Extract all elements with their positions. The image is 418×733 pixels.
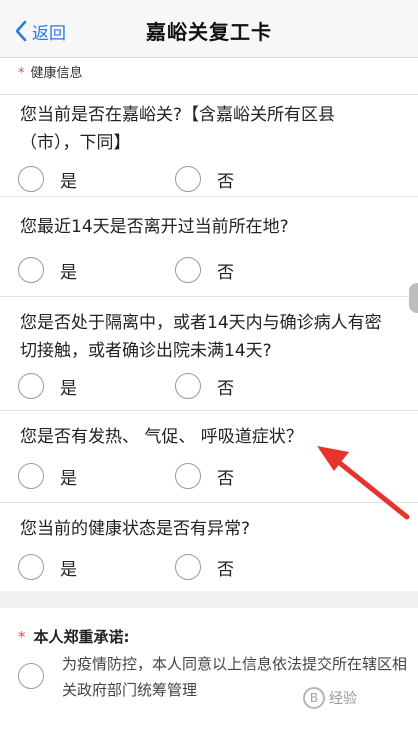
required-mark: *	[18, 628, 26, 646]
promise-radio[interactable]	[18, 663, 44, 689]
promise-section: * 本人郑重承诺: 为疫情防控，本人同意以上信息依法提交所在辖区相关政府部门统筹管…	[0, 608, 418, 733]
watermark-logo: B 经验	[303, 687, 357, 709]
radio-button[interactable]	[175, 373, 201, 399]
radio-button[interactable]	[18, 257, 44, 283]
radio-button[interactable]	[18, 463, 44, 489]
radio-button[interactable]	[18, 554, 44, 580]
option-yes[interactable]: 是	[18, 373, 77, 399]
health-section: * 健康信息 您当前是否在嘉峪关?【含嘉峪关所有区县（市），下同】 是 否 您最近…	[0, 58, 418, 591]
option-yes[interactable]: 是	[18, 166, 77, 192]
section-label: * 健康信息	[18, 62, 83, 81]
watermark-text: 经验	[329, 691, 357, 707]
option-label: 是	[60, 171, 77, 192]
question-text: 您当前的健康状态是否有异常?	[20, 519, 251, 539]
option-label: 否	[217, 559, 234, 580]
radio-button[interactable]	[175, 463, 201, 489]
question-text: 您当前是否在嘉峪关?【含嘉峪关所有区县（市），下同】	[20, 105, 336, 153]
option-yes[interactable]: 是	[18, 463, 77, 489]
radio-button[interactable]	[175, 166, 201, 192]
radio-button[interactable]	[175, 554, 201, 580]
promise-title: * 本人郑重承诺:	[18, 626, 130, 647]
page-title: 嘉峪关复工卡	[146, 20, 272, 44]
option-label: 否	[217, 468, 234, 489]
option-no[interactable]: 否	[175, 373, 234, 399]
option-no[interactable]: 否	[175, 554, 234, 580]
option-label: 否	[217, 262, 234, 283]
question-2: 您最近14天是否离开过当前所在地? 是 否	[0, 196, 418, 296]
question-3: 您是否处于隔离中，或者14天内与确诊病人有密切接触，或者确诊出院未满14天? 是…	[0, 296, 418, 410]
option-yes[interactable]: 是	[18, 257, 77, 283]
option-label: 否	[217, 171, 234, 192]
radio-button[interactable]	[175, 257, 201, 283]
required-mark: *	[18, 66, 25, 81]
option-label: 是	[60, 559, 77, 580]
question-text: 您最近14天是否离开过当前所在地?	[20, 217, 289, 237]
floating-side-handle[interactable]	[409, 283, 418, 313]
question-5: 您当前的健康状态是否有异常? 是 否	[0, 502, 418, 591]
question-4: 您是否有发热、 气促、 呼吸道症状？ 是 否	[0, 410, 418, 502]
nav-bar: 返回 嘉峪关复工卡	[0, 0, 418, 58]
option-yes[interactable]: 是	[18, 554, 77, 580]
section-title: 健康信息	[30, 66, 83, 81]
question-text: 您是否处于隔离中，或者14天内与确诊病人有密切接触，或者确诊出院未满14天?	[20, 313, 382, 361]
option-label: 是	[60, 468, 77, 489]
radio-button[interactable]	[18, 166, 44, 192]
option-label: 否	[217, 378, 234, 399]
option-label: 是	[60, 262, 77, 283]
watermark-badge-icon: B	[303, 687, 325, 709]
form-content: * 健康信息 您当前是否在嘉峪关?【含嘉峪关所有区县（市），下同】 是 否 您最近…	[0, 58, 418, 733]
option-no[interactable]: 否	[175, 463, 234, 489]
option-label: 是	[60, 378, 77, 399]
question-1: 您当前是否在嘉峪关?【含嘉峪关所有区县（市），下同】 是 否	[0, 94, 418, 196]
option-no[interactable]: 否	[175, 166, 234, 192]
question-text: 您是否有发热、 气促、 呼吸道症状？	[20, 427, 303, 447]
radio-button[interactable]	[18, 373, 44, 399]
promise-title-text: 本人郑重承诺:	[33, 628, 130, 646]
option-no[interactable]: 否	[175, 257, 234, 283]
